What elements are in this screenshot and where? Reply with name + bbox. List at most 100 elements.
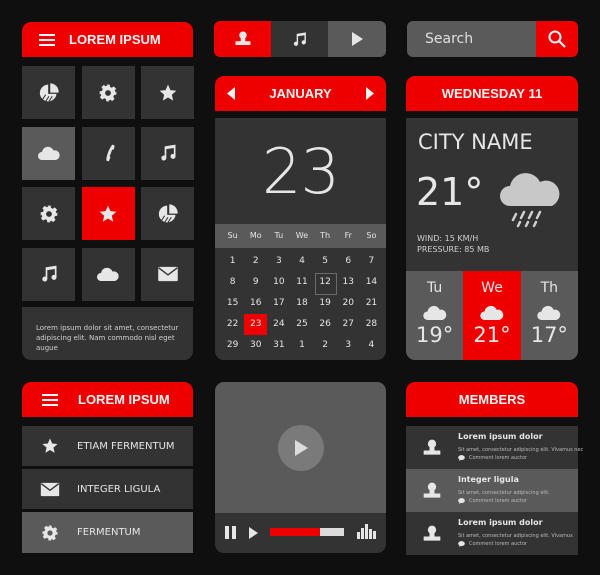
search-placeholder: Search [425,31,474,47]
calendar-day[interactable]: 11 [290,272,313,293]
calendar-day[interactable]: 3 [267,251,290,272]
media-segmented-control [214,21,386,57]
calendar-day[interactable]: 27 [337,314,360,335]
tile-gear[interactable] [81,66,135,119]
calendar-big-day: 23 [262,134,340,208]
list-menu-item[interactable]: ETIAM FERMENTUM [22,426,193,466]
calendar-day[interactable]: 28 [360,314,383,335]
calendar-day[interactable]: 20 [337,293,360,314]
calendar-day[interactable]: 14 [360,272,383,293]
next-month-icon[interactable] [365,87,374,100]
tile-pie-chart[interactable] [141,187,194,240]
calendar-day[interactable]: 3 [337,335,360,356]
member-name: Lorem ipsum dolor [458,432,543,441]
search-icon [548,30,566,48]
member-item[interactable]: Integer ligula Sit amet, consectetur adi… [406,469,578,512]
video-progress-bar[interactable] [270,528,344,536]
video-play-button[interactable] [278,425,324,471]
calendar-day[interactable]: 2 [244,251,267,272]
search-button[interactable] [536,21,578,57]
tile-star[interactable] [81,187,135,240]
gear-icon [39,204,59,224]
play-icon [295,440,308,456]
comment-bubble-icon [458,541,465,547]
calendar-day[interactable]: 16 [244,293,267,314]
calendar-day[interactable]: 17 [267,293,290,314]
prev-month-icon[interactable] [227,87,236,100]
hamburger-menu-icon[interactable] [42,393,58,406]
calendar-day[interactable]: 24 [267,314,290,335]
hamburger-menu-icon[interactable] [39,33,55,46]
calendar-day[interactable]: 25 [290,314,313,335]
calendar-day[interactable]: 31 [267,335,290,356]
weekday-label: Tu [274,231,284,240]
tile-pie-chart[interactable] [22,66,75,119]
calendar-day[interactable]: 22 [221,314,244,335]
member-avatar-icon [422,438,442,458]
calendar-day[interactable]: 7 [360,251,383,272]
calendar-day[interactable]: 29 [221,335,244,356]
weekday-label: Mo [249,231,262,240]
tile-menu-title: LOREM IPSUM [69,32,161,47]
calendar-day[interactable]: 1 [290,335,313,356]
calendar-day[interactable]: 6 [337,251,360,272]
forecast-day-label: We [481,280,503,296]
segment-user[interactable] [214,21,271,57]
list-menu-item[interactable]: INTEGER LIGULA [22,469,193,509]
pressure: PRESSURE: 85 MB [417,245,490,254]
calendar-day[interactable]: 1 [221,251,244,272]
calendar-day[interactable]: 8 [221,272,244,293]
calendar-day[interactable]: 4 [360,335,383,356]
tile-mail[interactable] [141,247,194,301]
member-comment: Comment lorem auctor [458,498,527,504]
video-controls [215,513,386,553]
volume-levels-icon[interactable] [357,523,376,539]
calendar-day-selected[interactable]: 23 [244,314,268,335]
calendar-day[interactable]: 18 [290,293,313,314]
member-description: Sit amet, consectetur adipiscing elit. [458,490,550,496]
tile-menu-description: Lorem ipsum dolor sit amet, consectetur … [36,324,179,352]
member-comment: Comment lorem auctor [458,541,527,547]
forecast-day[interactable]: Th 17° [520,271,578,360]
play-icon [352,32,363,46]
member-item[interactable]: Lorem ipsum dolor Sit amet, consectetur … [406,512,578,555]
calendar-day[interactable]: 15 [221,293,244,314]
search-input[interactable]: Search [407,21,536,57]
segment-play[interactable] [328,21,386,57]
star-icon [158,83,178,103]
pie-chart-icon [158,204,178,224]
calendar-day[interactable]: 4 [290,251,313,272]
gear-icon [41,524,59,542]
calendar-days: 1 2 3 4 5 6 7 8 9 10 11 12 13 14 15 16 17 18 19 20 21 22 23 24 2… [221,251,383,356]
calendar-day[interactable]: 21 [360,293,383,314]
calendar-day[interactable]: 26 [314,314,337,335]
tile-star[interactable] [141,66,194,119]
forecast-day[interactable]: Tu 19° [406,271,464,360]
segment-music[interactable] [271,21,328,57]
calendar-day[interactable]: 5 [314,251,337,272]
calendar-day-today[interactable]: 12 [314,272,338,295]
tile-music[interactable] [22,247,75,301]
city-name: CITY NAME [418,130,533,154]
calendar-day[interactable]: 30 [244,335,267,356]
weekday-label: Su [227,231,238,240]
play-icon[interactable] [249,527,259,539]
tile-phone[interactable] [81,126,135,180]
list-menu-item[interactable]: FERMENTUM [22,512,193,553]
calendar-day[interactable]: 2 [314,335,337,356]
tile-gear[interactable] [22,187,75,240]
forecast-temp: 19° [416,323,454,347]
tile-cloud[interactable] [22,126,75,180]
tile-cloud[interactable] [81,247,135,301]
member-item[interactable]: Lorem ipsum dolor Sit amet, consectetur … [406,426,583,469]
video-area [215,382,386,513]
calendar-month: JANUARY [269,86,332,101]
pause-icon[interactable] [225,526,237,539]
calendar-day[interactable]: 19 [314,293,337,314]
tile-music[interactable] [141,126,194,180]
calendar-day[interactable]: 9 [244,272,267,293]
member-avatar-icon [422,524,442,544]
calendar-day[interactable]: 13 [337,272,360,293]
forecast-day[interactable]: We 21° [463,271,521,360]
calendar-day[interactable]: 10 [267,272,290,293]
